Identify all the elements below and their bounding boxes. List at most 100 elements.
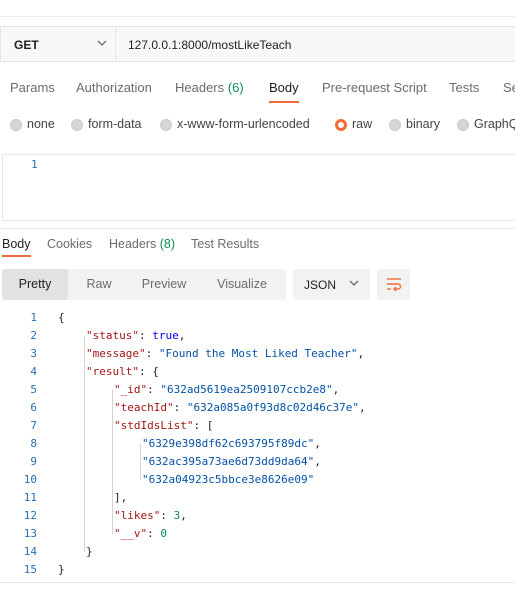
url-text: 127.0.0.1:8000/mostLikeTeach <box>128 38 292 52</box>
json-key-result: "result" <box>86 365 139 378</box>
active-tab-indicator <box>2 255 31 257</box>
open-brace: { <box>58 311 65 324</box>
request-tabs: Params Authorization Headers (6) Body Pr… <box>0 80 515 103</box>
radio-dot <box>10 119 22 131</box>
tab-params[interactable]: Params <box>10 80 55 95</box>
radio-dot <box>71 119 83 131</box>
code-line: 4 "result": { <box>0 363 515 381</box>
tab-body[interactable]: Body <box>269 80 299 103</box>
bottom-divider <box>0 582 515 583</box>
radio-dot <box>160 119 172 131</box>
code-text: ], <box>114 491 128 504</box>
json-key-id: "_id" <box>114 383 148 396</box>
body-type-radios: none form-data x-www-form-urlencoded raw… <box>0 117 515 135</box>
tab-headers[interactable]: Headers (6) <box>175 80 244 95</box>
view-raw-button[interactable]: Raw <box>68 269 130 300</box>
code-text: "_id": "632ad5619ea2509107ccb2e8", <box>114 383 340 396</box>
line-number: 7 <box>30 419 37 432</box>
code-line: 15} <box>0 561 515 579</box>
code-line: 10 "632a04923c5bbce3e8626e09" <box>0 471 515 489</box>
code-text: "6329e398df62c693795f89dc", <box>142 437 321 450</box>
tab-authorization[interactable]: Authorization <box>76 80 152 95</box>
code-text: "message": "Found the Most Liked Teacher… <box>86 347 365 360</box>
response-tab-headers[interactable]: Headers (8) <box>109 237 175 251</box>
response-tab-test-results-label: Test Results <box>191 237 260 251</box>
response-tab-body-label: Body <box>2 237 31 251</box>
response-tab-cookies[interactable]: Cookies <box>47 237 92 251</box>
tab-settings[interactable]: Se <box>503 80 515 95</box>
code-line: 12 "likes": 3, <box>0 507 515 525</box>
line-number: 9 <box>30 455 37 468</box>
url-bar: GET 127.0.0.1:8000/mostLikeTeach <box>0 26 515 64</box>
response-tab-body[interactable]: Body <box>2 237 31 257</box>
line-number: 8 <box>30 437 37 450</box>
request-body-editor[interactable]: 1 <box>2 154 515 221</box>
view-mode-group: Pretty Raw Preview Visualize <box>2 269 286 300</box>
view-visualize-button[interactable]: Visualize <box>198 269 286 300</box>
section-divider <box>0 228 515 229</box>
json-value-status: true <box>152 329 179 342</box>
view-pretty-button[interactable]: Pretty <box>2 269 68 300</box>
close-brace: } <box>58 563 65 576</box>
json-value-stdid: "632ac395a73ae6d73dd9da64" <box>142 455 315 468</box>
code-line: 5 "_id": "632ad5619ea2509107ccb2e8", <box>0 381 515 399</box>
line-number: 11 <box>23 491 37 504</box>
line-number: 15 <box>23 563 37 576</box>
code-line: 2 "status": true, <box>0 327 515 345</box>
tab-params-label: Params <box>10 80 55 95</box>
code-line: 14} <box>0 543 515 561</box>
radio-dot-selected <box>335 119 347 131</box>
chevron-down-icon <box>349 280 359 286</box>
radio-graphql-label: GraphQ <box>474 117 515 131</box>
json-value-message: "Found the Most Liked Teacher" <box>158 347 358 360</box>
response-toolbar: Pretty Raw Preview Visualize JSON <box>2 269 515 301</box>
radio-none-label: none <box>27 117 55 131</box>
code-line: 11], <box>0 489 515 507</box>
code-text: "stdIdsList": [ <box>114 419 214 432</box>
radio-form-data-label: form-data <box>88 117 142 131</box>
response-tabs: Body Cookies Headers (8) Test Results <box>0 237 515 257</box>
json-key-teachid: "teachId" <box>114 401 174 414</box>
response-tab-headers-count: (8) <box>159 237 176 251</box>
code-text: "__v": 0 <box>114 527 167 540</box>
json-value-stdid: "6329e398df62c693795f89dc" <box>142 437 315 450</box>
code-text: "likes": 3, <box>114 509 187 522</box>
code-line: 9 "632ac395a73ae6d73dd9da64", <box>0 453 515 471</box>
url-input[interactable]: 127.0.0.1:8000/mostLikeTeach <box>116 26 515 62</box>
active-tab-indicator <box>269 101 299 103</box>
json-value-teachid: "632a085a0f93d8c02d46c37e" <box>186 401 360 414</box>
view-preview-button[interactable]: Preview <box>130 269 198 300</box>
tab-body-label: Body <box>269 80 299 95</box>
editor-line-number: 1 <box>31 158 38 171</box>
json-value-id: "632ad5619ea2509107ccb2e8" <box>160 383 333 396</box>
json-value-stdid: "632a04923c5bbce3e8626e09" <box>142 473 315 486</box>
tab-tests[interactable]: Tests <box>449 80 479 95</box>
tab-settings-label: Se <box>503 80 515 95</box>
json-value-v: 0 <box>160 527 167 540</box>
code-text: "632ac395a73ae6d73dd9da64", <box>142 455 321 468</box>
code-text: "632a04923c5bbce3e8626e09" <box>142 471 314 489</box>
line-number: 2 <box>30 329 37 342</box>
code-line: 6 "teachId": "632a085a0f93d8c02d46c37e", <box>0 399 515 417</box>
line-number: 3 <box>30 347 37 360</box>
wrap-lines-button[interactable] <box>377 269 410 300</box>
radio-raw-label: raw <box>352 117 373 131</box>
format-select[interactable]: JSON <box>293 269 370 300</box>
tab-authorization-label: Authorization <box>76 80 152 95</box>
code-text: "status": true, <box>86 329 186 342</box>
format-label: JSON <box>304 278 337 292</box>
tab-pre-request-script[interactable]: Pre-request Script <box>322 80 427 95</box>
line-number: 6 <box>30 401 37 414</box>
chevron-down-icon <box>97 40 107 46</box>
method-label: GET <box>14 38 39 52</box>
method-select[interactable]: GET <box>0 26 116 62</box>
radio-dot <box>389 119 401 131</box>
line-number: 12 <box>23 509 37 522</box>
line-number: 10 <box>23 473 37 486</box>
response-body-code[interactable]: 1{ 2 "status": true, 3 "message": "Found t… <box>0 309 515 579</box>
line-number: 5 <box>30 383 37 396</box>
response-tab-test-results[interactable]: Test Results <box>191 237 259 251</box>
code-text: "result": { <box>86 365 159 378</box>
wrap-lines-icon <box>387 278 402 292</box>
json-key-v: "__v" <box>114 527 148 540</box>
